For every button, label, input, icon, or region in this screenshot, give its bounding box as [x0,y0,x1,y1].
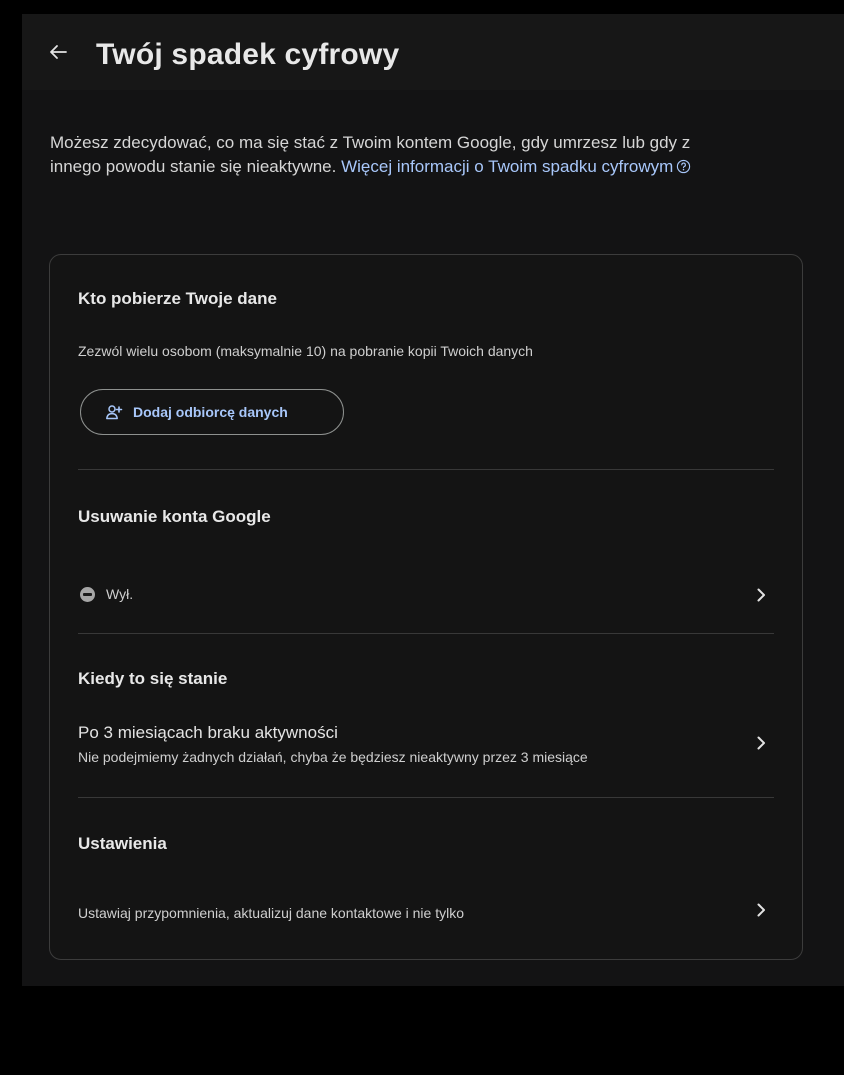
intro-paragraph: Możesz zdecydować, co ma się stać z Twoi… [50,131,730,181]
inactivity-period-row[interactable]: Po 3 miesiącach braku aktywności Nie pod… [50,707,802,795]
add-data-recipient-label: Dodaj odbiorcę danych [133,404,288,420]
page-title: Twój spadek cyfrowy [96,38,400,71]
settings-description: Ustawiaj przypomnienia, aktualizuj dane … [78,905,464,921]
account-deletion-row[interactable]: Wył. [50,555,802,635]
data-recipients-title: Kto pobierze Twoje dane [78,289,277,308]
screen-bezel [0,0,22,1075]
section-divider [78,797,774,798]
chevron-right-icon [757,903,765,917]
learn-more-link[interactable]: Więcej informacji o Twoim spadku cyfrowy… [341,157,691,176]
help-circle-icon [676,157,691,181]
chevron-right-icon [757,588,765,602]
settings-row[interactable]: Ustawiaj przypomnienia, aktualizuj dane … [50,875,802,947]
account-deletion-status: Wył. [106,586,134,602]
inactivity-period-value: Po 3 miesiącach braku aktywności [78,723,338,742]
app-window: Twój spadek cyfrowy Możesz zdecydować, c… [22,14,844,986]
when-title: Kiedy to się stanie [78,669,228,688]
person-add-icon [105,403,123,421]
inactivity-period-description: Nie podejmiemy żadnych działań, chyba że… [78,749,588,765]
section-divider [78,633,774,634]
data-recipients-description: Zezwól wielu osobom (maksymalnie 10) na … [78,343,533,359]
arrow-back-icon [50,45,67,59]
account-deletion-title: Usuwanie konta Google [78,507,271,526]
section-divider [78,469,774,470]
add-data-recipient-button[interactable]: Dodaj odbiorcę danych [80,389,344,435]
top-bar: Twój spadek cyfrowy [22,14,844,90]
settings-title: Ustawienia [78,834,167,853]
learn-more-link-text: Więcej informacji o Twoim spadku cyfrowy… [341,157,674,176]
off-status-icon [80,587,95,602]
back-button[interactable] [46,40,70,64]
legacy-settings-card: Kto pobierze Twoje dane Zezwól wielu oso… [49,254,803,960]
chevron-right-icon [757,736,765,750]
